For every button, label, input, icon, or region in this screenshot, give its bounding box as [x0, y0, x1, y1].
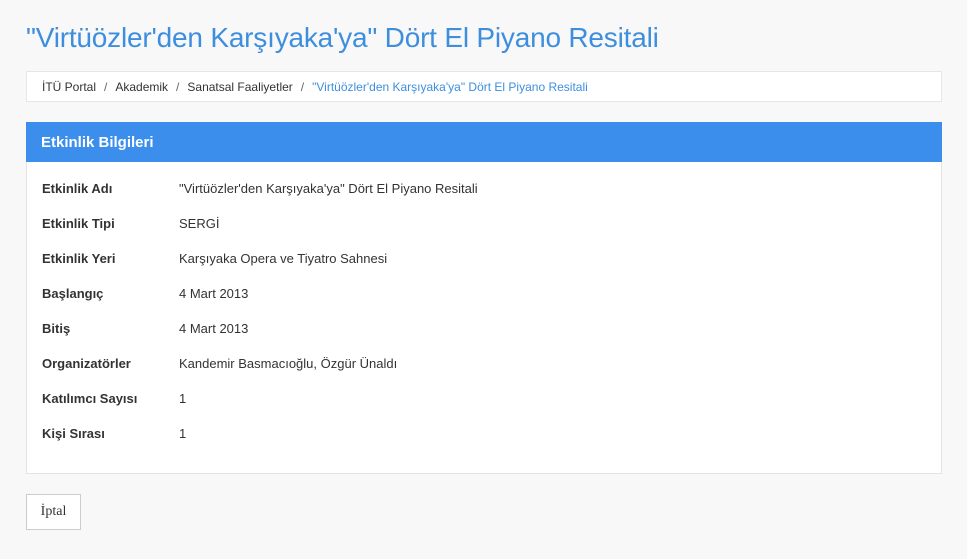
info-label: Başlangıç: [42, 286, 104, 301]
info-label: Kişi Sırası: [42, 426, 105, 441]
info-value: Kandemir Basmacıoğlu, Özgür Ünaldı: [179, 356, 398, 371]
info-row-participant-count: Katılımcı Sayısı 1: [27, 381, 941, 416]
info-label: Etkinlik Adı: [42, 181, 113, 196]
info-label: Bitiş: [42, 321, 71, 336]
info-row-organizers: Organizatörler Kandemir Basmacıoğlu, Özg…: [27, 346, 941, 381]
info-row-event-location: Etkinlik Yeri Karşıyaka Opera ve Tiyatro…: [27, 241, 941, 276]
cancel-button[interactable]: İptal: [26, 494, 81, 530]
page-title: "Virtüözler'den Karşıyaka'ya" Dört El Pi…: [26, 22, 659, 53]
info-label: Etkinlik Yeri: [42, 251, 116, 266]
breadcrumb-current: "Virtüözler'den Karşıyaka'ya" Dört El Pi…: [312, 79, 588, 94]
info-label: Etkinlik Tipi: [42, 216, 115, 231]
info-row-end-date: Bitiş 4 Mart 2013: [27, 311, 941, 346]
breadcrumb: İTÜ Portal / Akademik / Sanatsal Faaliye…: [26, 71, 942, 102]
info-row-event-type: Etkinlik Tipi SERGİ: [27, 206, 941, 241]
event-info-list: Etkinlik Adı "Virtüözler'den Karşıyaka'y…: [27, 162, 941, 451]
breadcrumb-item-sanatsal-faaliyetler[interactable]: Sanatsal Faaliyetler: [187, 80, 292, 94]
info-label: Katılımcı Sayısı: [42, 391, 138, 406]
info-row-person-order: Kişi Sırası 1: [27, 416, 941, 451]
info-row-start-date: Başlangıç 4 Mart 2013: [27, 276, 941, 311]
info-value: SERGİ: [179, 216, 220, 231]
breadcrumb-item-itu-portal[interactable]: İTÜ Portal: [42, 80, 96, 94]
info-row-event-name: Etkinlik Adı "Virtüözler'den Karşıyaka'y…: [27, 171, 941, 206]
breadcrumb-separator: /: [300, 79, 305, 94]
info-value: 1: [179, 426, 187, 441]
event-info-panel: Etkinlik Bilgileri Etkinlik Adı "Virtüöz…: [26, 122, 942, 474]
info-value: 4 Mart 2013: [179, 321, 249, 336]
breadcrumb-separator: /: [104, 79, 108, 94]
info-value: 4 Mart 2013: [179, 286, 249, 301]
breadcrumb-separator: /: [176, 79, 180, 94]
panel-heading: Etkinlik Bilgileri: [26, 122, 942, 162]
info-value: "Virtüözler'den Karşıyaka'ya" Dört El Pi…: [179, 181, 478, 196]
breadcrumb-item-akademik[interactable]: Akademik: [115, 80, 168, 94]
info-label: Organizatörler: [42, 356, 131, 371]
info-value: Karşıyaka Opera ve Tiyatro Sahnesi: [179, 251, 388, 266]
info-value: 1: [179, 391, 187, 406]
